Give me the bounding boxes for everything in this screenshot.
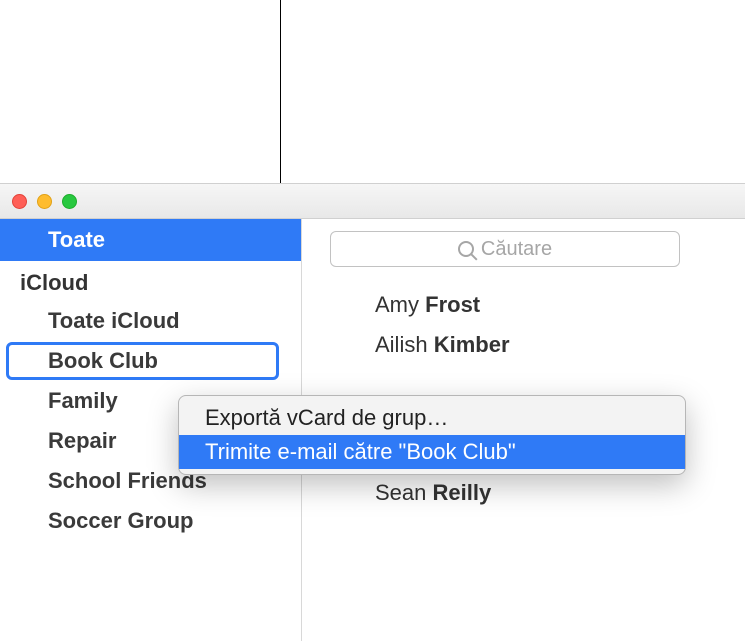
contact-last: Reilly (433, 480, 492, 505)
list-item[interactable]: Ailish Kimber (375, 325, 705, 365)
list-item[interactable] (375, 365, 705, 379)
sidebar-section-icloud: iCloud (0, 261, 301, 301)
search-placeholder: Căutare (481, 238, 552, 261)
close-button[interactable] (12, 194, 27, 209)
menu-item-export-vcard[interactable]: Exportă vCard de grup… (179, 401, 685, 435)
window-titlebar (0, 184, 745, 219)
list-item[interactable]: Sean Reilly (375, 473, 705, 513)
sidebar-item-soccer-group[interactable]: Soccer Group (0, 501, 301, 541)
search-icon (458, 241, 474, 257)
minimize-button[interactable] (37, 194, 52, 209)
search-input[interactable]: Căutare (330, 231, 680, 267)
contact-last: Frost (425, 292, 480, 317)
sidebar-all-contacts[interactable]: Toate (0, 219, 301, 261)
context-menu: Exportă vCard de grup… Trimite e-mail că… (178, 395, 686, 475)
sidebar-item-all-icloud[interactable]: Toate iCloud (0, 301, 301, 341)
sidebar-item-book-club[interactable]: Book Club (0, 341, 301, 381)
contact-first: Sean (375, 480, 426, 505)
list-item[interactable] (375, 379, 705, 393)
contact-first: Ailish (375, 332, 428, 357)
contact-first: Amy (375, 292, 419, 317)
maximize-button[interactable] (62, 194, 77, 209)
list-item[interactable]: Amy Frost (375, 285, 705, 325)
menu-item-send-email[interactable]: Trimite e-mail către "Book Club" (179, 435, 685, 469)
contact-last: Kimber (434, 332, 510, 357)
